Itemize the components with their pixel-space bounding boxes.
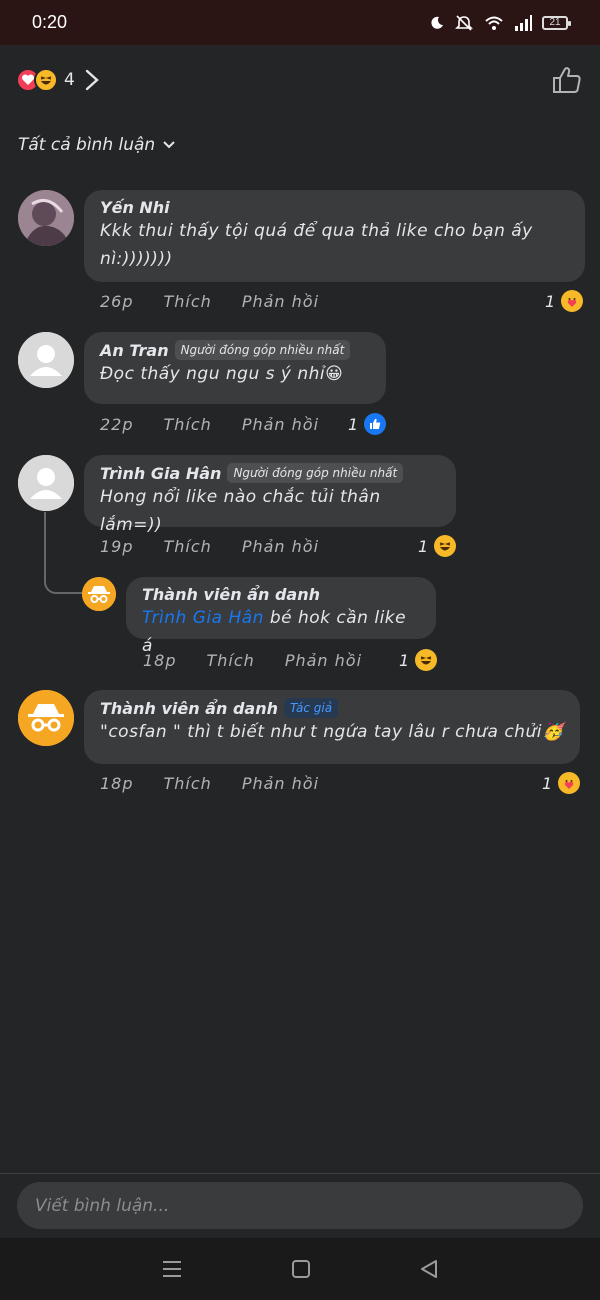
reaction-number: 1	[418, 536, 429, 556]
comment-text: "cosfan " thì t biết như t ngứa tay lâu …	[100, 722, 564, 742]
wifi-icon	[485, 16, 503, 30]
care-reaction-icon	[561, 290, 584, 312]
comment-input[interactable]: Viết bình luận...	[17, 1182, 583, 1229]
composer-divider	[0, 1173, 600, 1174]
reply-action[interactable]: Phản hồi	[242, 292, 319, 311]
avatar[interactable]	[18, 455, 74, 511]
like-button-icon[interactable]	[552, 66, 582, 94]
status-icons: 21	[430, 14, 571, 31]
anonymous-avatar[interactable]	[18, 690, 74, 746]
comment-author: Thành viên ẩn danh Tác giả	[100, 698, 564, 718]
chevron-right-icon[interactable]	[85, 69, 99, 91]
filter-label: Tất cả bình luận	[18, 135, 156, 155]
comment-bubble[interactable]: Trình Gia Hân Người đóng góp nhiều nhất …	[84, 455, 456, 535]
comment-text: Hong nổi like nào chắc tủi thân lắm=))	[100, 487, 381, 535]
reply-action[interactable]: Phản hồi	[285, 651, 362, 670]
back-icon[interactable]	[420, 1260, 438, 1278]
like-reaction-icon	[364, 413, 387, 435]
comment-time: 19p	[100, 537, 134, 556]
comment-time: 18p	[143, 651, 177, 670]
like-action[interactable]: Thích	[164, 537, 212, 556]
haha-reaction-icon	[434, 535, 457, 557]
comment-author[interactable]: Yến Nhi	[100, 198, 569, 217]
comment-item: Yến Nhi Kkk thui thấy tội quá để qua thả…	[18, 190, 585, 282]
chevron-down-icon	[163, 141, 175, 149]
author-name[interactable]: An Tran	[100, 341, 169, 360]
comment-time: 18p	[100, 774, 134, 793]
comment-author: An Tran Người đóng góp nhiều nhất	[100, 340, 370, 360]
comment-bubble[interactable]: Thành viên ẩn danh Tác giả "cosfan " thì…	[84, 690, 580, 764]
mention-link[interactable]: Trình Gia Hân	[142, 608, 264, 628]
like-action[interactable]: Thích	[164, 774, 212, 793]
author-badge: Tác giả	[283, 698, 339, 718]
haha-reaction-icon	[415, 649, 438, 671]
bell-off-icon	[455, 14, 473, 31]
avatar[interactable]	[18, 332, 74, 388]
status-time: 0:20	[32, 12, 68, 32]
author-name[interactable]: Trình Gia Hân	[100, 464, 221, 483]
moon-icon	[431, 16, 443, 29]
menu-icon[interactable]	[162, 1260, 182, 1278]
comment-reactions[interactable]: 1	[399, 649, 438, 671]
reply-item: Thành viên ẩn danh Trình Gia Hân bé hok …	[82, 577, 436, 656]
top-contributor-badge: Người đóng góp nhiều nhất	[174, 340, 351, 360]
reactions-header: 4	[0, 45, 600, 115]
reaction-number: 1	[399, 650, 410, 670]
comment-actions: 18p Thích Phản hồi	[100, 774, 349, 793]
reaction-count: 4	[64, 70, 75, 90]
comment-text: Kkk thui thấy tội quá để qua thả like ch…	[100, 221, 533, 241]
comment-author: Trình Gia Hân Người đóng góp nhiều nhất	[100, 463, 440, 483]
author-name[interactable]: Thành viên ẩn danh	[100, 699, 278, 718]
comment-text: Đọc thấy ngu ngu s ý nhỉ😀	[100, 364, 344, 384]
anonymous-avatar[interactable]	[82, 577, 116, 611]
reaction-number: 1	[545, 291, 556, 311]
reply-action[interactable]: Phản hồi	[242, 774, 319, 793]
comment-filter-dropdown[interactable]: Tất cả bình luận	[18, 135, 175, 155]
comment-bubble[interactable]: Yến Nhi Kkk thui thấy tội quá để qua thả…	[84, 190, 585, 282]
reaction-number: 1	[542, 773, 553, 793]
reply-action[interactable]: Phản hồi	[242, 415, 319, 434]
comment-actions: 18p Thích Phản hồi	[143, 651, 392, 670]
status-bar: 0:20 21	[0, 0, 600, 45]
care-reaction-icon	[558, 772, 581, 794]
home-icon[interactable]	[292, 1260, 310, 1278]
comment-item: Thành viên ẩn danh Tác giả "cosfan " thì…	[18, 690, 580, 764]
like-action[interactable]: Thích	[164, 292, 212, 311]
comment-actions: 22p Thích Phản hồi	[100, 415, 349, 434]
comment-time: 22p	[100, 415, 134, 434]
signal-icon	[515, 14, 532, 31]
comment-bubble[interactable]: Thành viên ẩn danh Trình Gia Hân bé hok …	[126, 577, 436, 656]
like-action[interactable]: Thích	[164, 415, 212, 434]
comment-bubble[interactable]: An Tran Người đóng góp nhiều nhất Đọc th…	[84, 332, 386, 404]
comment-reactions[interactable]: 1	[542, 772, 581, 794]
reply-action[interactable]: Phản hồi	[242, 537, 319, 556]
reactions-summary[interactable]: 4	[16, 68, 99, 92]
reaction-number: 1	[348, 414, 359, 434]
thread-connector	[44, 512, 84, 594]
haha-reaction-icon	[34, 68, 58, 92]
top-contributor-badge: Người đóng góp nhiều nhất	[227, 463, 404, 483]
comment-item: An Tran Người đóng góp nhiều nhất Đọc th…	[18, 332, 386, 404]
like-action[interactable]: Thích	[207, 651, 255, 670]
avatar[interactable]	[18, 190, 74, 246]
battery-icon: 21	[542, 15, 571, 30]
comment-reactions[interactable]: 1	[545, 290, 584, 312]
comment-reactions[interactable]: 1	[348, 413, 387, 435]
comment-text: nì:)))))))	[100, 249, 173, 269]
comment-actions: 19p Thích Phản hồi	[100, 537, 349, 556]
system-nav-bar	[0, 1238, 600, 1300]
comment-actions: 26p Thích Phản hồi	[100, 292, 349, 311]
comment-time: 26p	[100, 292, 134, 311]
comment-author[interactable]: Thành viên ẩn danh	[142, 585, 420, 604]
comment-reactions[interactable]: 1	[418, 535, 457, 557]
